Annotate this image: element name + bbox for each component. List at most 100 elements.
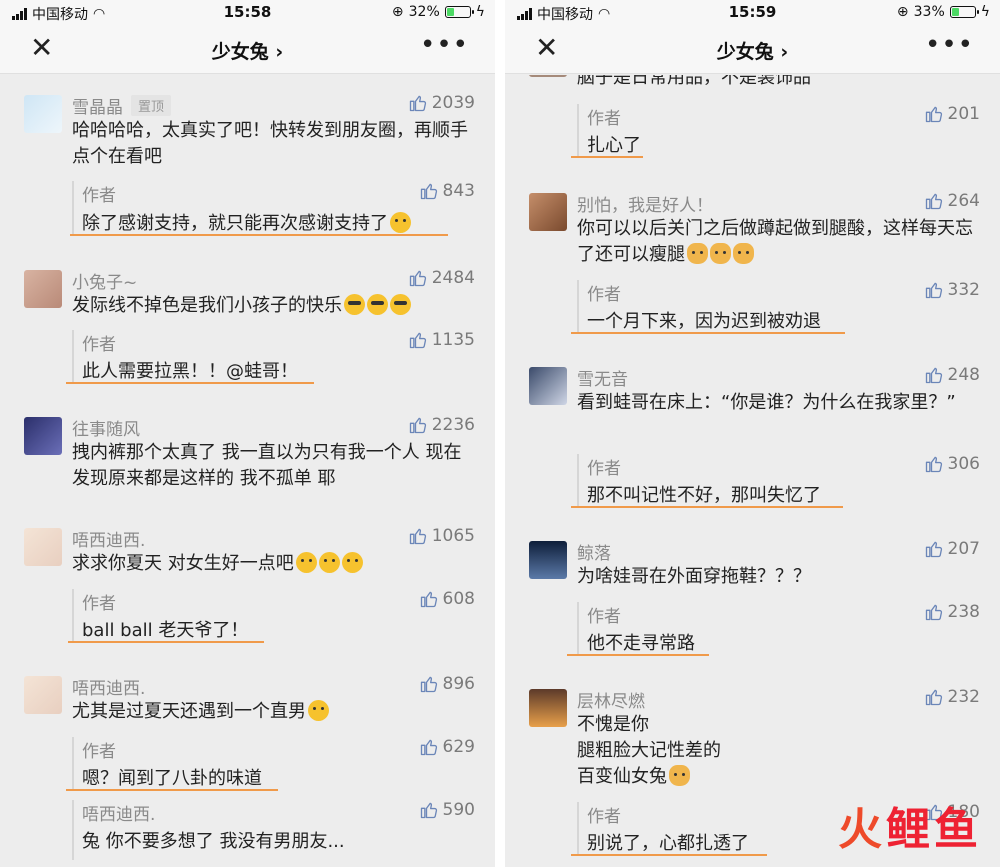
comment-text: 你可以以后关门之后做蹲起做到腿酸，这样每天忘了还可以瘦腿 <box>577 218 973 265</box>
reply-like-count: 1135 <box>431 330 475 350</box>
reply-like-count: 332 <box>947 280 980 300</box>
emoji-icon <box>390 212 411 233</box>
avatar[interactable] <box>24 528 62 566</box>
reply-text: 嗯？闻到了八卦的味道 <box>82 768 262 789</box>
reply-like-button[interactable]: 843 <box>419 181 475 201</box>
like-button[interactable]: 264 <box>924 191 980 211</box>
thumbs-up-icon <box>924 365 944 385</box>
reply-like-button[interactable]: 306 <box>924 454 980 474</box>
avatar[interactable] <box>24 95 62 133</box>
comment-text-line: 腿粗脸大记性差的 <box>577 740 721 761</box>
author-label: 作者 <box>587 109 621 129</box>
like-button[interactable]: 2039 <box>408 93 475 113</box>
highlight-underline <box>68 641 264 643</box>
reply-like-count: 629 <box>442 737 475 757</box>
reply-like-button[interactable]: 332 <box>924 280 980 300</box>
left-screenshot: 中国移动 ◠ 15:58 ⊕ 32% ϟ ✕ 少女兔 › ••• 雪晶晶 置顶 2… <box>0 0 495 867</box>
reply-bar <box>72 800 74 860</box>
comment-text-line: 百变仙女兔 <box>577 764 978 790</box>
comment-nickname: 唔西迪西. <box>72 531 146 551</box>
reply-bar <box>577 454 579 506</box>
author-label: 作者 <box>82 186 116 206</box>
battery-fill <box>951 8 959 16</box>
like-count: 248 <box>947 365 980 385</box>
avatar[interactable] <box>529 75 567 77</box>
reply-like-button[interactable]: 1135 <box>408 330 475 350</box>
avatar[interactable] <box>529 541 567 579</box>
like-button[interactable]: 1065 <box>408 526 475 546</box>
reply-like-button[interactable]: 629 <box>419 737 475 757</box>
avatar[interactable] <box>24 417 62 455</box>
comment-list[interactable]: 脑子是日常用品，不是装饰品 作者 201 扎心了 别怕，我是好人！ 264 你可… <box>505 75 1000 867</box>
thumbs-up-icon <box>924 602 944 622</box>
comment-nickname: 小兔子~ <box>72 273 138 293</box>
thumbs-up-icon <box>419 800 439 820</box>
charging-icon: ϟ <box>980 4 990 20</box>
thumbs-up-icon <box>408 268 428 288</box>
reply-bar <box>72 181 74 235</box>
comment-text: 看到蛙哥在床上：“你是谁？为什么在我家里？” <box>577 392 956 413</box>
avatar[interactable] <box>24 270 62 308</box>
battery-fill <box>446 8 454 16</box>
status-bar: 中国移动 ◠ 15:59 ⊕ 33% ϟ <box>505 0 1000 24</box>
status-right: ⊕ 33% ϟ <box>897 4 990 20</box>
comment-text: 兔 你不要多想了 我没有男朋友... <box>82 831 345 852</box>
like-count: 207 <box>947 539 980 559</box>
reply-bar <box>72 589 74 641</box>
battery-percent: 33% <box>913 4 945 20</box>
comment-text: 哈哈哈哈，太真实了吧！快转发到朋友圈，再顺手点个在看吧 <box>72 120 468 167</box>
charging-icon: ϟ <box>475 4 485 20</box>
author-label: 作者 <box>587 807 621 827</box>
reply-like-count: 608 <box>442 589 475 609</box>
thumbs-up-icon <box>408 526 428 546</box>
crying-emoji-icon <box>341 552 363 573</box>
avatar[interactable] <box>529 367 567 405</box>
crying-emoji-icon <box>295 552 317 573</box>
thumbs-up-icon <box>419 589 439 609</box>
like-button[interactable]: 207 <box>924 539 980 559</box>
highlight-underline <box>571 854 767 856</box>
like-button[interactable]: 896 <box>419 674 475 694</box>
avatar[interactable] <box>24 676 62 714</box>
doge-emoji-icon <box>687 243 708 264</box>
thumbs-up-icon <box>924 104 944 124</box>
avatar[interactable] <box>529 689 567 727</box>
like-button[interactable]: 232 <box>924 687 980 707</box>
lock-rotation-icon: ⊕ <box>391 4 404 20</box>
thumbs-up-icon <box>419 737 439 757</box>
like-count: 590 <box>442 800 475 820</box>
comment-text: 脑子是日常用品，不是装饰品 <box>577 75 811 88</box>
author-label: 作者 <box>82 742 116 762</box>
comment-nickname: 唔西迪西. <box>82 805 156 825</box>
comment-text: 尤其是过夏天还遇到一个直男 <box>72 699 473 725</box>
highlight-underline <box>66 789 278 791</box>
comment-text: 拽内裤那个太真了 我一直以为只有我一个人 现在发现原来都是这样的 我不孤单 耶 <box>72 442 462 489</box>
like-button[interactable]: 2236 <box>408 415 475 435</box>
comment-nickname: 往事随风 <box>72 420 140 440</box>
like-count: 264 <box>947 191 980 211</box>
reply-like-button[interactable]: 608 <box>419 589 475 609</box>
thumbs-up-icon <box>924 539 944 559</box>
highlight-underline <box>571 506 843 508</box>
more-icon[interactable]: ••• <box>420 30 469 60</box>
reply-like-button[interactable]: 238 <box>924 602 980 622</box>
thumbs-up-icon <box>419 674 439 694</box>
highlight-underline <box>66 382 314 384</box>
reply-like-count: 306 <box>947 454 980 474</box>
comment-list[interactable]: 雪晶晶 置顶 2039 哈哈哈哈，太真实了吧！快转发到朋友圈，再顺手点个在看吧 作… <box>0 75 495 867</box>
more-icon[interactable]: ••• <box>925 30 974 60</box>
like-button[interactable]: 590 <box>419 800 475 820</box>
reply-like-button[interactable]: 201 <box>924 104 980 124</box>
avatar[interactable] <box>529 193 567 231</box>
like-button[interactable]: 2484 <box>408 268 475 288</box>
comment-text: 求求你夏天 对女生好一点吧 <box>72 551 473 577</box>
author-label: 作者 <box>587 459 621 479</box>
highlight-underline <box>70 234 448 236</box>
like-button[interactable]: 248 <box>924 365 980 385</box>
battery-percent: 32% <box>408 4 440 20</box>
nav-bar: ✕ 少女兔 › ••• <box>0 24 495 74</box>
status-bar: 中国移动 ◠ 15:58 ⊕ 32% ϟ <box>0 0 495 24</box>
like-count: 2039 <box>431 93 475 113</box>
reply-text: 他不走寻常路 <box>587 633 695 654</box>
comment-nickname: 别怕，我是好人！ <box>577 196 713 216</box>
